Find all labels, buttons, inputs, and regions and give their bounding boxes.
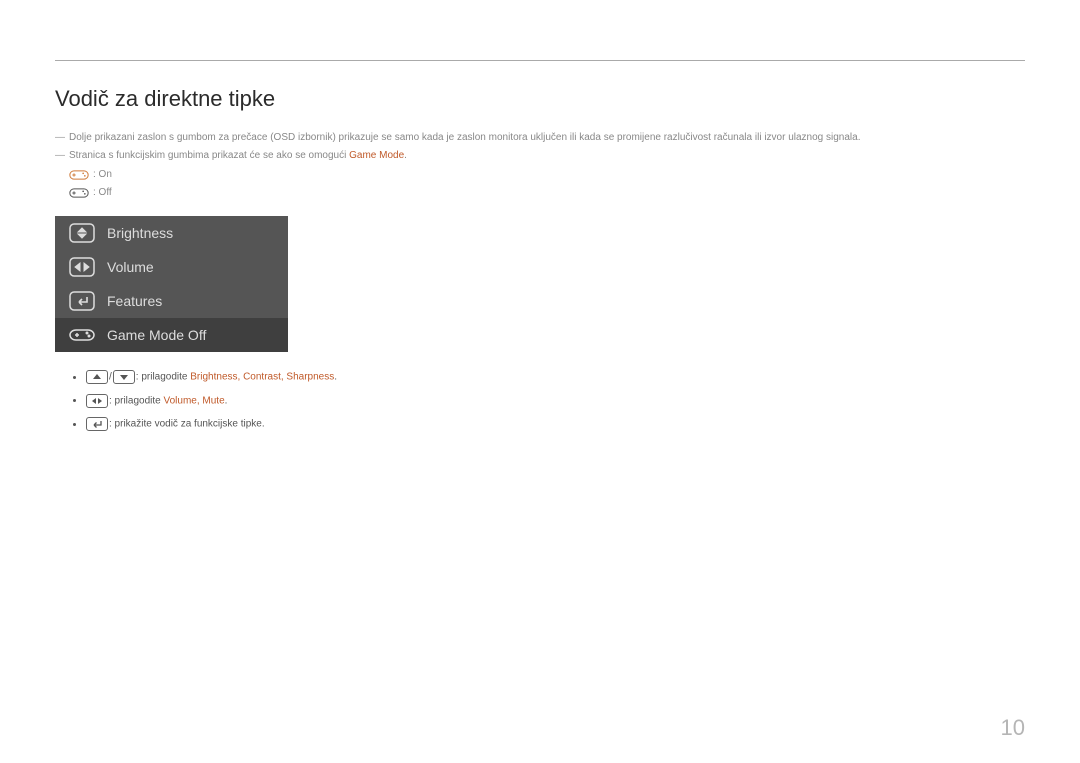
osd-row-brightness: Brightness [55,216,288,250]
key-down-icon [113,370,135,384]
note-prefix: Stranica s funkcijskim gumbima prikazat … [69,150,349,161]
gamepad-on-icon [69,169,89,181]
updown-icon [69,223,95,243]
dash-icon: ― [55,148,65,164]
key-up-icon [86,370,108,384]
keyword: Volume, Mute [163,395,224,406]
gamepad-icon [69,325,95,345]
bullet-suffix: . [334,372,337,383]
note-line-1: ― Dolje prikazani zaslon s gumbom za pre… [55,130,1025,146]
bullet-3: : prikažite vodič za funkcijske tipke. [85,417,1025,432]
note-text: Dolje prikazani zaslon s gumbom za preča… [69,130,1025,146]
legend-off: : Off [69,184,1025,202]
bullet-text: : prikažite vodič za funkcijske tipke. [109,419,265,430]
key-enter-icon [86,417,108,431]
note-text: Stranica s funkcijskim gumbima prikazat … [69,148,1025,164]
keyword: Game Mode [349,150,404,161]
keyword: Brightness, Contrast, Sharpness [190,372,334,383]
bullet-2: : prilagodite Volume, Mute. [85,394,1025,409]
bullets-list: / : prilagodite Brightness, Contrast, Sh… [55,370,1025,432]
page-title: Vodič za direktne tipke [55,86,1025,112]
legend-on-label: : On [93,166,112,184]
note-suffix: . [404,150,407,161]
bullet-prefix: : prilagodite [136,372,190,383]
note-line-2: ― Stranica s funkcijskim gumbima prikaza… [55,148,1025,164]
legend-off-label: : Off [93,184,112,202]
osd-label: Features [107,293,162,309]
osd-row-volume: Volume [55,250,288,284]
dash-icon: ― [55,130,65,146]
leftright-icon [69,257,95,277]
gamepad-off-icon [69,187,89,199]
key-leftright-icon [86,394,108,408]
osd-row-features: Features [55,284,288,318]
osd-label: Game Mode Off [107,327,206,343]
enter-icon [69,291,95,311]
osd-label: Brightness [107,225,173,241]
legend-on: : On [69,166,1025,184]
bullet-prefix: : prilagodite [109,395,163,406]
osd-label: Volume [107,259,154,275]
page-number: 10 [1001,715,1025,741]
legend: : On : Off [69,166,1025,202]
bullet-1: / : prilagodite Brightness, Contrast, Sh… [85,370,1025,385]
osd-row-gamemode: Game Mode Off [55,318,288,352]
osd-panel: Brightness Volume Features [55,216,288,352]
bullet-suffix: . [225,395,228,406]
